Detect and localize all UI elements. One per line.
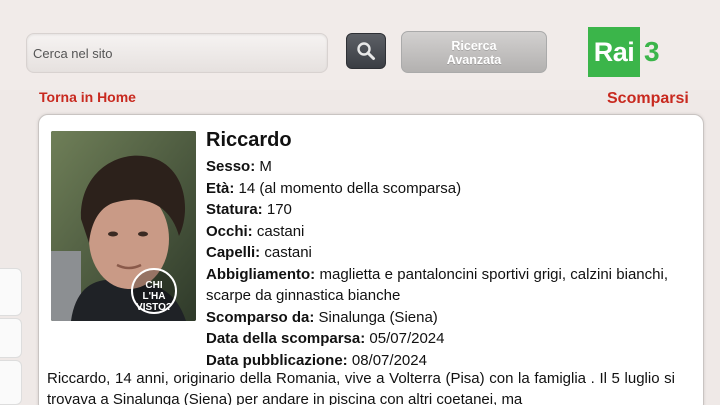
search-button[interactable] [346,33,386,69]
field-label: Statura: [206,201,263,218]
field-data-scomparsa: Data della scomparsa: 05/07/2024 [206,328,668,350]
field-value: Sinalunga (Siena) [318,308,438,326]
field-value: 14 (al momento della scomparsa) [238,179,462,197]
person-description: Riccardo, 14 anni, originario della Roma… [47,370,675,405]
field-sesso: Sesso: M [206,156,668,178]
field-value: 170 [266,201,292,218]
person-name: Riccardo [206,129,292,151]
search-input[interactable] [26,33,328,73]
side-tab[interactable] [0,318,22,358]
field-scomparso-da: Scomparso da: Sinalunga (Siena) [206,307,668,329]
field-eta: Età: 14 (al momento della scomparsa) [206,178,668,200]
advanced-search-button[interactable]: Ricerca Avanzata [401,31,547,73]
field-label: Data pubblicazione: [206,351,348,369]
watermark-logo: CHI L'HA VISTO? [131,268,177,314]
field-label: Scomparso da: [206,308,315,326]
section-title: Scomparsi [607,90,689,107]
field-label: Abbigliamento: [206,265,316,283]
person-info: Riccardo Sesso: M Età: 14 (al momento de… [206,127,668,371]
advanced-search-label-1: Ricerca [451,39,497,53]
advanced-search-label-2: Avanzata [446,53,502,67]
field-label: Data della scomparsa: [206,330,366,347]
watermark-text: CHI L'HA VISTO? [136,280,172,313]
home-link[interactable]: Torna in Home [39,89,136,105]
field-value: 05/07/2024 [369,330,445,347]
rai-logo-box: Rai [588,27,640,77]
search-icon [357,42,375,60]
side-tab[interactable] [0,268,22,316]
field-label: Occhi: [206,222,253,240]
field-label: Capelli: [206,244,261,261]
field-label: Sesso: [206,158,256,175]
field-value: castani [264,244,312,261]
side-tab[interactable] [0,360,22,405]
field-abbigliamento: Abbigliamento: maglietta e pantaloncini … [206,264,668,307]
field-value: M [259,158,272,175]
rai3-logo[interactable]: Rai 3 [588,27,660,77]
field-occhi: Occhi: castani [206,221,668,243]
field-value: 08/07/2024 [351,351,427,369]
field-capelli: Capelli: castani [206,242,668,264]
field-label: Età: [206,179,235,197]
field-value: castani [256,222,305,240]
field-statura: Statura: 170 [206,199,668,221]
rai-logo-number: 3 [644,36,660,67]
person-photo: CHI L'HA VISTO? [51,131,196,321]
